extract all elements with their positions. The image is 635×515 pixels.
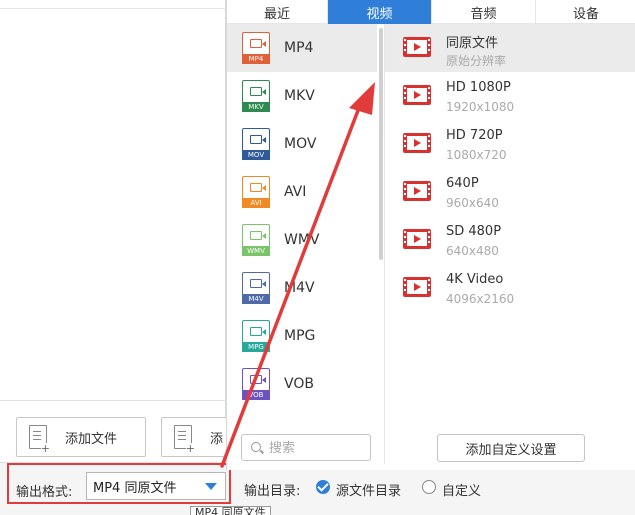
format-item-avi[interactable]: AVI AVI (227, 168, 377, 216)
format-popup: 最近 视频 音频 设备 MP4 MP4 MKV MKV MOV MOV AVI AVI WMV W… (226, 0, 635, 470)
format-name: MP4 (284, 40, 314, 56)
radio-custom-directory[interactable] (422, 480, 436, 494)
format-item-mov[interactable]: MOV MOV (227, 120, 377, 168)
format-tag: MP4 (242, 54, 270, 64)
format-name: VOB (284, 376, 314, 392)
format-list-scrollbar[interactable] (379, 28, 383, 260)
video-file-icon: WMV (242, 224, 270, 256)
add-file-label: 添加文件 (65, 431, 118, 447)
preset-resolution: 4096x2160 (446, 292, 515, 306)
annotation-highlight-box (7, 463, 231, 504)
divider (0, 8, 226, 9)
film-icon (403, 229, 431, 249)
format-tag: AVI (242, 198, 270, 208)
format-item-mp4[interactable]: MP4 MP4 (227, 24, 377, 72)
divider (0, 400, 226, 401)
add-folder-label: 添 (210, 431, 224, 447)
preset-resolution: 1920x1080 (446, 100, 515, 114)
format-tag: VOB (242, 390, 270, 400)
category-tabs: 最近 视频 音频 设备 (227, 0, 635, 24)
preset-item[interactable]: SD 480P 640x480 (385, 216, 635, 264)
format-tag: MPG (242, 342, 270, 352)
search-box[interactable] (241, 434, 371, 461)
format-list: MP4 MP4 MKV MKV MOV MOV AVI AVI WMV WMV M4V M4V MPG M… (227, 24, 384, 420)
video-file-icon: MP4 (242, 32, 270, 64)
search-input[interactable] (269, 439, 367, 457)
preset-item[interactable]: HD 720P 1080x720 (385, 120, 635, 168)
video-file-icon: VOB (242, 368, 270, 400)
preset-resolution: 原始分辨率 (446, 54, 507, 68)
file-list-panel: 添加文件 (0, 0, 226, 462)
format-tag: MKV (242, 102, 270, 112)
video-file-icon: MPG (242, 320, 270, 352)
radio-source-directory[interactable] (316, 480, 330, 494)
tab-device[interactable]: 设备 (536, 0, 635, 24)
preset-resolution: 960x640 (446, 196, 499, 210)
format-item-mkv[interactable]: MKV MKV (227, 72, 377, 120)
format-tag: WMV (242, 246, 270, 256)
format-item-wmv[interactable]: WMV WMV (227, 216, 377, 264)
radio-source-directory-label[interactable]: 源文件目录 (336, 480, 401, 499)
format-item-vob[interactable]: VOB VOB (227, 360, 377, 408)
preset-name: 640P (446, 176, 479, 191)
tab-video[interactable]: 视频 (328, 0, 432, 24)
film-icon (403, 181, 431, 201)
film-icon (403, 85, 431, 105)
preset-name: HD 1080P (446, 80, 511, 95)
preset-item[interactable]: 同原文件 原始分辨率 (385, 24, 635, 72)
format-name: AVI (284, 184, 307, 200)
format-name: MOV (284, 136, 317, 152)
format-name: WMV (284, 232, 320, 248)
preset-name: 同原文件 (446, 36, 499, 51)
preset-resolution: 640x480 (446, 244, 499, 258)
video-file-icon: MOV (242, 128, 270, 160)
add-file-icon (29, 425, 50, 454)
format-tag: MOV (242, 150, 270, 160)
preset-item[interactable]: HD 1080P 1920x1080 (385, 72, 635, 120)
video-file-icon: M4V (242, 272, 270, 304)
preset-name: HD 720P (446, 128, 503, 143)
tab-audio[interactable]: 音频 (432, 0, 536, 24)
format-tooltip: MP4 同原文件 (190, 506, 271, 515)
film-icon (403, 277, 431, 297)
add-folder-icon (174, 425, 195, 454)
add-custom-setting-button[interactable]: 添加自定义设置 (437, 434, 585, 462)
preset-resolution: 1080x720 (446, 148, 507, 162)
film-icon (403, 133, 431, 153)
preset-name: SD 480P (446, 224, 502, 239)
add-file-button[interactable]: 添加文件 (16, 417, 146, 457)
format-tag: M4V (242, 294, 270, 304)
radio-custom-directory-label[interactable]: 自定义 (442, 480, 481, 499)
format-name: MPG (284, 328, 316, 344)
preset-name: 4K Video (446, 272, 504, 287)
format-item-mpg[interactable]: MPG MPG (227, 312, 377, 360)
search-icon (251, 442, 261, 452)
preset-list: 同原文件原始分辨率 HD 1080P 1920x1080 HD 720P 1080x72… (385, 24, 635, 420)
tab-recent[interactable]: 最近 (227, 0, 328, 24)
format-name: MKV (284, 88, 315, 104)
preset-item[interactable]: 640P 960x640 (385, 168, 635, 216)
video-file-icon: MKV (242, 80, 270, 112)
film-icon (403, 37, 431, 57)
format-item-m4v[interactable]: M4V M4V (227, 264, 377, 312)
video-file-icon: AVI (242, 176, 270, 208)
output-directory-label: 输出目录: (244, 484, 301, 499)
format-name: M4V (284, 280, 315, 296)
preset-item[interactable]: 4K Video 4096x2160 (385, 264, 635, 312)
